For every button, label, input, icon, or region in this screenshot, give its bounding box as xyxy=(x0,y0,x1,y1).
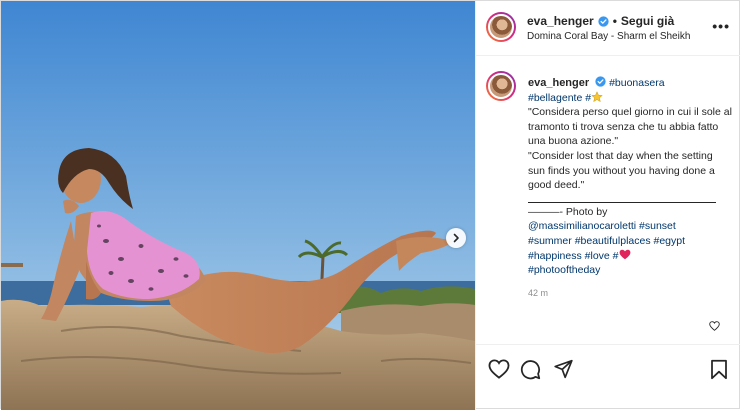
bookmark-icon[interactable] xyxy=(710,359,728,380)
separator-dot: • xyxy=(612,14,617,28)
action-bar xyxy=(476,344,740,402)
verified-badge-icon xyxy=(598,15,609,27)
photo-image xyxy=(1,1,475,410)
hashtag-link[interactable]: #sunset xyxy=(639,220,676,232)
post-modal: eva_henger • Segui già Domina Coral Bay … xyxy=(0,0,740,410)
quote-english: "Consider lost that day when the setting… xyxy=(528,149,715,192)
post-header: eva_henger • Segui già Domina Coral Bay … xyxy=(476,1,740,56)
post-side-panel: eva_henger • Segui già Domina Coral Bay … xyxy=(475,1,740,410)
share-icon[interactable] xyxy=(553,359,574,379)
hashtag-link[interactable]: #beautifulplaces xyxy=(575,235,651,247)
post-timestamp[interactable]: 42 m xyxy=(528,288,548,298)
star-emoji-icon xyxy=(591,90,603,102)
hashtag-link[interactable]: #happiness xyxy=(528,250,582,262)
following-button[interactable]: Segui già xyxy=(621,14,674,28)
avatar[interactable] xyxy=(486,12,516,42)
post-photo[interactable] xyxy=(1,1,475,410)
quote-italian: "Considera perso quel giorno in cui il s… xyxy=(528,106,732,148)
hashtag-link[interactable]: #summer xyxy=(528,235,572,247)
mention-link[interactable]: @massimilianocaroletti xyxy=(528,220,636,232)
hashtag-link[interactable]: #love xyxy=(585,250,610,262)
hashtag-link[interactable]: #photooftheday xyxy=(528,264,600,276)
red-heart-emoji-icon xyxy=(619,249,630,259)
comment-icon[interactable] xyxy=(520,359,541,380)
location-link[interactable]: Domina Coral Bay - Sharm el Sheikh xyxy=(527,31,690,42)
post-caption: eva_henger #buonasera #bellagente # "Con… xyxy=(528,76,732,278)
hashtag-link[interactable]: #egypt xyxy=(654,235,686,247)
photo-credit-label: ———- Photo by xyxy=(528,205,608,218)
heart-icon[interactable] xyxy=(709,321,720,331)
more-options-icon[interactable]: ••• xyxy=(712,19,730,33)
chevron-right-icon xyxy=(453,233,459,243)
hashtag-link[interactable]: #bellagente xyxy=(528,92,582,104)
header-user-row: eva_henger • Segui già xyxy=(527,14,674,28)
heart-icon[interactable] xyxy=(488,359,510,379)
next-photo-button[interactable] xyxy=(446,228,466,248)
divider xyxy=(528,201,716,203)
caption-avatar[interactable] xyxy=(486,71,516,101)
caption-username[interactable]: eva_henger xyxy=(528,77,589,89)
comments-area: eva_henger #buonasera #bellagente # "Con… xyxy=(476,57,740,343)
username-link[interactable]: eva_henger xyxy=(527,14,594,28)
verified-badge-icon xyxy=(595,76,606,87)
hashtag-link[interactable]: #buonasera xyxy=(609,77,664,89)
